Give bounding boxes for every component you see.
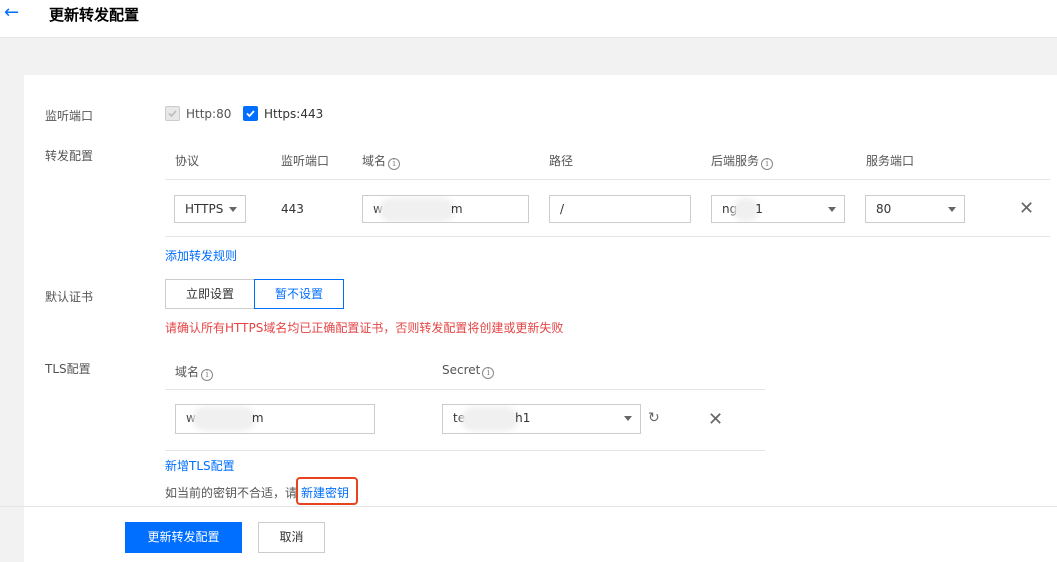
col-domain-text: 域名 <box>362 154 387 168</box>
col-service-port: 服务端口 <box>866 154 915 168</box>
https-checkbox[interactable] <box>243 106 258 124</box>
tls-domain-input[interactable]: wm <box>175 404 375 434</box>
checkbox-checked-icon <box>243 106 258 121</box>
arrow-left-icon[interactable]: ← <box>4 3 24 23</box>
http-label: Http:80 <box>186 107 232 121</box>
http-checkbox[interactable] <box>165 106 180 124</box>
backend-value-start: ng <box>722 202 738 216</box>
domain-input[interactable]: wm <box>362 195 529 223</box>
new-key-link[interactable]: 新建密钥 <box>301 484 349 501</box>
tls-col-secret: Secret i <box>442 363 495 379</box>
divider <box>165 389 765 390</box>
close-icon[interactable]: ✕ <box>1019 200 1034 218</box>
service-port-select[interactable]: 80 <box>865 195 965 223</box>
page-title: 更新转发配置 <box>49 6 140 24</box>
default-cert-label: 默认证书 <box>45 290 94 304</box>
add-forward-rule-link[interactable]: 添加转发规则 <box>165 247 237 264</box>
close-icon[interactable]: ✕ <box>708 411 723 429</box>
redacted-mask <box>195 410 252 427</box>
https-label: Https:443 <box>264 107 324 121</box>
tls-config-label: TLS配置 <box>45 362 91 376</box>
caret-down-icon <box>229 207 237 212</box>
col-listen-port: 监听端口 <box>281 154 330 168</box>
listen-port-label: 监听端口 <box>45 109 94 123</box>
info-icon[interactable]: i <box>482 367 495 379</box>
tls-domain-value-end: m <box>251 411 264 425</box>
secret-select[interactable]: te h1 <box>442 404 641 434</box>
info-icon[interactable]: i <box>201 369 214 381</box>
page-header: ← 更新转发配置 <box>0 0 1057 38</box>
forward-config-label: 转发配置 <box>45 149 94 163</box>
protocol-select[interactable]: HTTPS <box>174 195 246 223</box>
checkbox-disabled-icon <box>165 106 180 121</box>
domain-value-end: m <box>450 202 463 216</box>
cancel-button[interactable]: 取消 <box>258 522 325 553</box>
info-icon[interactable]: i <box>761 158 774 170</box>
info-icon[interactable]: i <box>388 158 401 170</box>
backend-value-end: 1 <box>755 202 763 216</box>
redacted-mask <box>737 201 756 218</box>
col-protocol: 协议 <box>175 154 200 168</box>
backend-select[interactable]: ng 1 <box>711 195 845 223</box>
tls-col-secret-text: Secret <box>442 363 481 377</box>
caret-down-icon <box>948 207 956 212</box>
col-backend: 后端服务 i <box>711 152 774 170</box>
caret-down-icon <box>624 416 632 421</box>
listen-port-value: 443 <box>281 202 304 216</box>
footer-divider <box>0 506 1057 507</box>
divider <box>165 450 765 451</box>
set-now-button[interactable]: 立即设置 <box>165 279 255 309</box>
tls-col-domain: 域名 i <box>175 363 214 381</box>
tls-col-domain-text: 域名 <box>175 365 200 379</box>
cert-warning: 请确认所有HTTPS域名均已正确配置证书，否则转发配置将创建或更新失败 <box>165 321 564 335</box>
add-tls-link[interactable]: 新增TLS配置 <box>165 457 235 474</box>
secret-value-start: te <box>453 411 466 425</box>
col-domain: 域名 i <box>362 152 401 170</box>
submit-button[interactable]: 更新转发配置 <box>125 522 242 553</box>
divider <box>165 236 1050 237</box>
protocol-value: HTTPS <box>185 202 224 216</box>
redacted-mask <box>382 201 451 218</box>
divider <box>165 179 1050 180</box>
redacted-mask <box>465 410 516 427</box>
service-port-value: 80 <box>876 202 892 216</box>
col-backend-text: 后端服务 <box>711 154 760 168</box>
tls-domain-value-start: w <box>186 411 196 425</box>
new-key-hint: 如当前的密钥不合适，请 <box>165 486 298 500</box>
refresh-icon[interactable]: ↻ <box>648 410 660 426</box>
col-path: 路径 <box>549 154 574 168</box>
domain-value-start: w <box>373 202 383 216</box>
path-value: / <box>560 202 565 216</box>
caret-down-icon <box>828 207 836 212</box>
not-set-button[interactable]: 暂不设置 <box>254 279 344 309</box>
secret-value-end: h1 <box>515 411 531 425</box>
path-input[interactable]: / <box>549 195 691 223</box>
